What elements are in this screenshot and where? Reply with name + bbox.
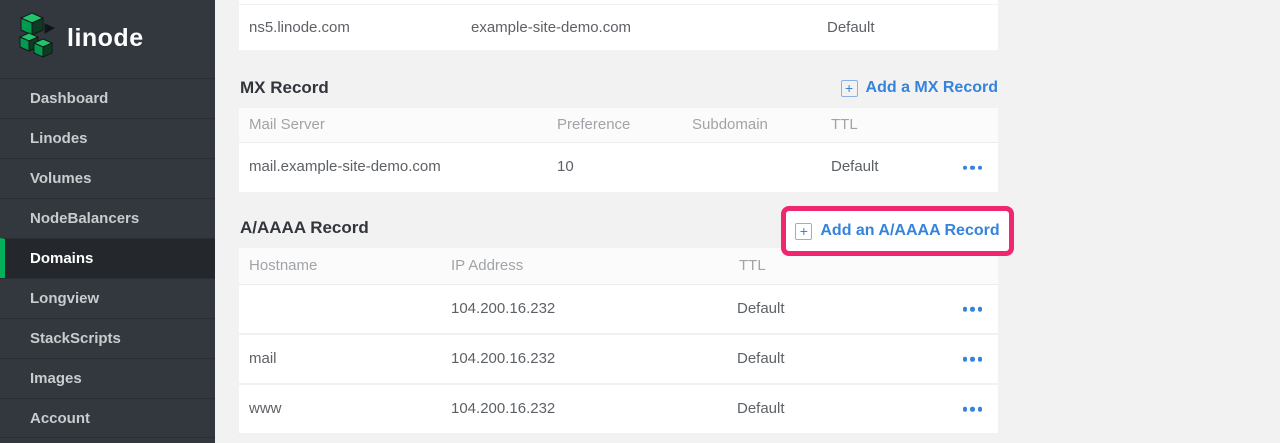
a-ttl-cell: Default xyxy=(737,335,785,383)
sidebar-item-longview[interactable]: Longview xyxy=(0,278,215,318)
a-section-title: A/AAAA Record xyxy=(240,218,369,238)
sidebar-nav: Dashboard Linodes Volumes NodeBalancers … xyxy=(0,78,215,438)
a-col-ip-address: IP Address xyxy=(451,248,523,284)
domain-records-panel: ns5.linode.com example-site-demo.com Def… xyxy=(239,0,998,443)
a-ttl-cell: Default xyxy=(737,285,785,333)
mx-section-header: MX Record + Add a MX Record xyxy=(239,68,998,108)
a-col-ttl: TTL xyxy=(739,248,766,284)
sidebar-item-images[interactable]: Images xyxy=(0,358,215,398)
ellipsis-icon xyxy=(963,407,968,412)
mx-mail-server-cell: mail.example-site-demo.com xyxy=(249,143,441,191)
a-ttl-cell: Default xyxy=(737,385,785,433)
mx-col-preference: Preference xyxy=(557,108,630,142)
linode-logo[interactable]: linode xyxy=(18,12,144,65)
a-ip-cell: 104.200.16.232 xyxy=(451,285,555,333)
ns-subdomain-cell: example-site-demo.com xyxy=(471,5,631,50)
a-col-hostname: Hostname xyxy=(249,248,317,284)
sidebar-item-dashboard[interactable]: Dashboard xyxy=(0,78,215,118)
mx-table-header: Mail Server Preference Subdomain TTL xyxy=(239,108,998,143)
linode-cubes-icon xyxy=(18,12,60,65)
a-record-table: Hostname IP Address TTL 104.200.16.232 D… xyxy=(239,248,998,435)
plus-icon: + xyxy=(841,80,858,97)
mx-col-ttl: TTL xyxy=(831,108,858,142)
add-a-record-button[interactable]: + Add an A/AAAA Record xyxy=(795,222,999,240)
table-row: mail 104.200.16.232 Default xyxy=(239,335,998,385)
sidebar-item-stackscripts[interactable]: StackScripts xyxy=(0,318,215,358)
ns-ttl-cell: Default xyxy=(827,5,875,50)
row-actions-menu-button[interactable] xyxy=(961,353,985,366)
sidebar: linode Dashboard Linodes Volumes NodeBal… xyxy=(0,0,215,443)
ns-name-server-cell: ns5.linode.com xyxy=(249,5,350,50)
a-ip-cell: 104.200.16.232 xyxy=(451,335,555,383)
add-mx-record-label: Add a MX Record xyxy=(866,79,998,97)
mx-col-mail-server: Mail Server xyxy=(249,108,325,142)
mx-col-subdomain: Subdomain xyxy=(692,108,768,142)
table-row: 104.200.16.232 Default xyxy=(239,285,998,335)
sidebar-item-volumes[interactable]: Volumes xyxy=(0,158,215,198)
mx-preference-cell: 10 xyxy=(557,143,574,191)
mx-record-table: Mail Server Preference Subdomain TTL mai… xyxy=(239,108,998,193)
row-actions-menu-button[interactable] xyxy=(961,303,985,316)
ellipsis-icon xyxy=(963,357,968,362)
annotation-highlight-box: + Add an A/AAAA Record xyxy=(781,206,1014,256)
add-a-record-label: Add an A/AAAA Record xyxy=(820,222,999,240)
row-actions-menu-button[interactable] xyxy=(961,161,985,174)
a-hostname-cell: www xyxy=(249,385,282,433)
sidebar-item-account[interactable]: Account xyxy=(0,398,215,438)
sidebar-item-domains[interactable]: Domains xyxy=(0,238,215,278)
table-row: mail.example-site-demo.com 10 Default xyxy=(239,143,998,193)
mx-section-title: MX Record xyxy=(240,78,329,98)
brand-name: linode xyxy=(67,24,144,53)
a-ip-cell: 104.200.16.232 xyxy=(451,385,555,433)
plus-icon: + xyxy=(795,223,812,240)
ns-record-row: ns5.linode.com example-site-demo.com Def… xyxy=(239,0,998,50)
mx-ttl-cell: Default xyxy=(831,143,879,191)
a-hostname-cell: mail xyxy=(249,335,277,383)
ellipsis-icon xyxy=(963,165,968,170)
sidebar-item-nodebalancers[interactable]: NodeBalancers xyxy=(0,198,215,238)
table-row: www 104.200.16.232 Default xyxy=(239,385,998,435)
add-mx-record-button[interactable]: + Add a MX Record xyxy=(841,79,998,97)
ellipsis-icon xyxy=(963,307,968,312)
row-actions-menu-button[interactable] xyxy=(961,403,985,416)
sidebar-item-linodes[interactable]: Linodes xyxy=(0,118,215,158)
